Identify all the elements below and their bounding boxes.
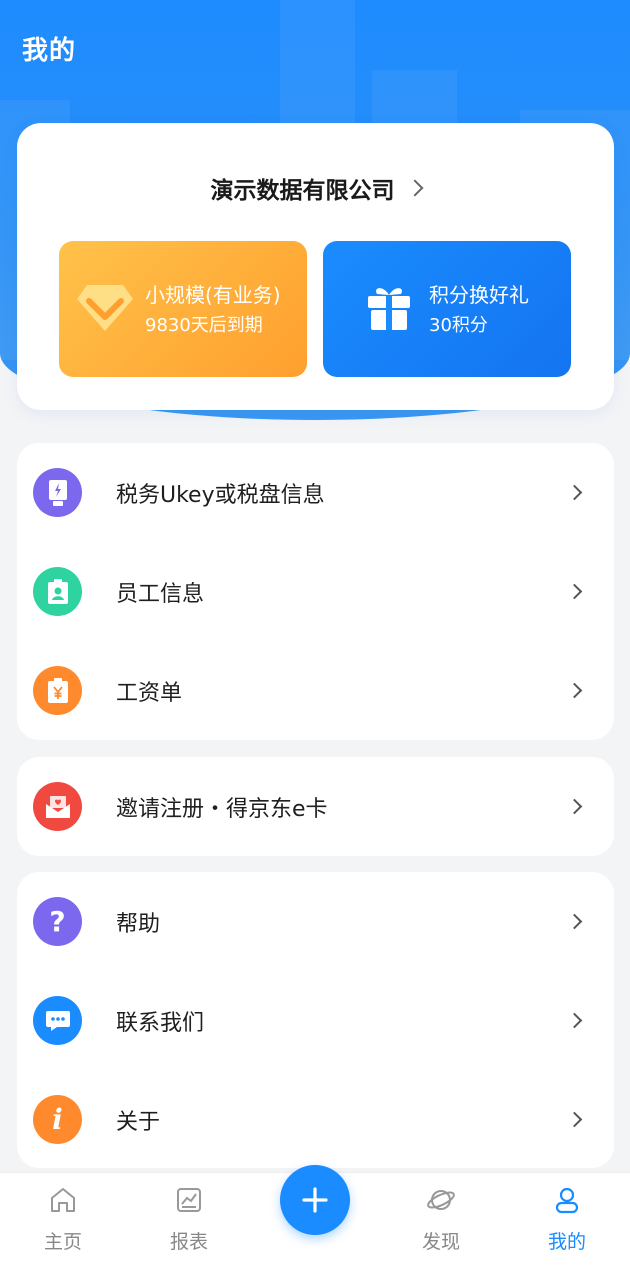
- menu-label: 联系我们: [116, 1010, 205, 1036]
- tab-label: 发现: [421, 1231, 460, 1253]
- chevron-right-icon: [566, 583, 583, 600]
- points-balance: 30积分: [429, 315, 488, 336]
- menu-item-tax-ukey[interactable]: 税务Ukey或税盘信息: [17, 443, 614, 542]
- plus-icon: [302, 1187, 328, 1213]
- menu-group-support: ? 帮助 联系我们 i 关于: [17, 872, 614, 1168]
- chevron-right-icon: [566, 682, 583, 699]
- subscription-expiry: 9830天后到期: [145, 315, 263, 336]
- tab-label: 报表: [169, 1231, 208, 1253]
- gift-icon: [368, 288, 410, 330]
- subscription-title: 小规模(有业务): [145, 283, 281, 307]
- menu-label: 帮助: [116, 911, 161, 937]
- chevron-right-icon: [566, 913, 583, 930]
- employee-badge-icon: [33, 567, 82, 616]
- menu-group-invite: 邀请注册・得京东e卡: [17, 757, 614, 856]
- points-card[interactable]: 积分换好礼 30积分: [323, 241, 571, 377]
- menu-group-account: 税务Ukey或税盘信息 员工信息 工资单: [17, 443, 614, 740]
- menu-label: 员工信息: [116, 581, 205, 607]
- chevron-right-icon: [566, 798, 583, 815]
- menu-item-about[interactable]: i 关于: [17, 1070, 614, 1169]
- menu-item-contact[interactable]: 联系我们: [17, 971, 614, 1070]
- menu-label: 邀请注册・得京东e卡: [116, 796, 328, 822]
- company-name: 演示数据有限公司: [210, 178, 395, 204]
- menu-label: 工资单: [116, 680, 183, 706]
- menu-item-help[interactable]: ? 帮助: [17, 872, 614, 971]
- menu-item-payslip[interactable]: 工资单: [17, 641, 614, 740]
- tab-label: 我的: [547, 1231, 586, 1253]
- report-icon: [177, 1188, 201, 1212]
- payslip-icon: [33, 666, 82, 715]
- company-card: 演示数据有限公司 小规模(有业务) 9830天后到期 积分换好礼 30积分: [17, 123, 614, 410]
- menu-item-employee-info[interactable]: 员工信息: [17, 542, 614, 641]
- diamond-icon: [77, 285, 133, 331]
- chevron-right-icon: [406, 179, 423, 197]
- invite-envelope-icon: [33, 782, 82, 831]
- chat-icon: [33, 996, 82, 1045]
- home-icon: [51, 1188, 75, 1212]
- page-title: 我的: [22, 36, 77, 66]
- menu-label: 关于: [116, 1109, 161, 1135]
- tax-ukey-icon: [33, 468, 82, 517]
- chevron-right-icon: [566, 1012, 583, 1029]
- menu-label: 税务Ukey或税盘信息: [116, 482, 325, 508]
- menu-item-invite[interactable]: 邀请注册・得京东e卡: [17, 757, 614, 856]
- help-icon: ?: [33, 897, 82, 946]
- chevron-right-icon: [566, 1111, 583, 1128]
- user-icon: [555, 1187, 579, 1214]
- planet-icon: [427, 1190, 455, 1210]
- chevron-right-icon: [566, 484, 583, 501]
- points-title: 积分换好礼: [429, 283, 529, 307]
- add-button[interactable]: [280, 1165, 350, 1235]
- tab-label: 主页: [43, 1231, 82, 1253]
- company-selector[interactable]: 演示数据有限公司: [17, 171, 614, 205]
- subscription-card[interactable]: 小规模(有业务) 9830天后到期: [59, 241, 307, 377]
- info-icon: i: [33, 1095, 82, 1144]
